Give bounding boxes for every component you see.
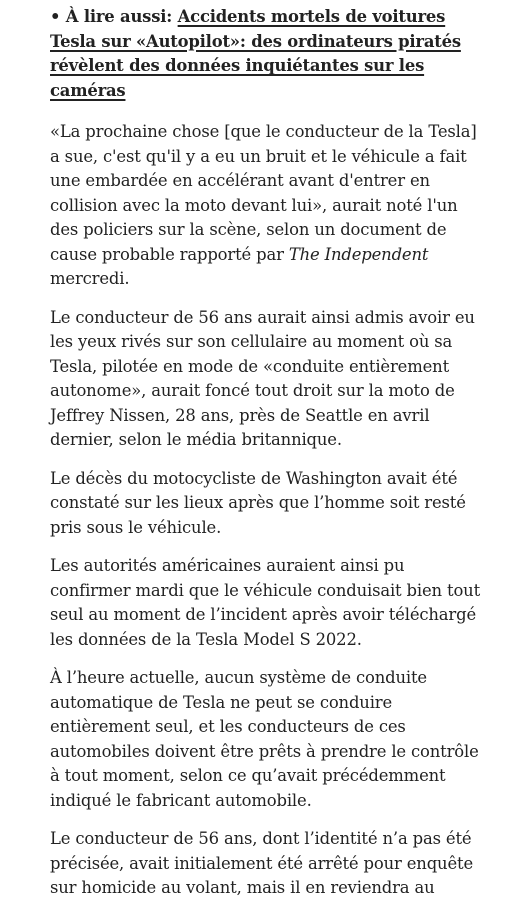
read-also-block: • À lire aussi: Accidents mortels de voi…	[50, 5, 480, 103]
read-also-label: À lire aussi:	[65, 7, 173, 26]
paragraph-2: Le conducteur de 56 ans aurait ainsi adm…	[50, 307, 475, 450]
paragraph-1: «La prochaine chose [que le conducteur d…	[50, 120, 480, 292]
paragraph-4: Les autorités américaines auraient ainsi…	[50, 556, 481, 649]
source-the-independent: The Independent	[288, 244, 429, 264]
article-body: • À lire aussi: Accidents mortels de voi…	[50, 5, 480, 915]
paragraph-6: Le conducteur de 56 ans, dont l’identité…	[50, 829, 473, 898]
paragraph-1-text: «La prochaine chose [que le conducteur d…	[50, 122, 477, 264]
paragraph-5: À l’heure actuelle, aucun système de con…	[50, 668, 479, 810]
paragraph-3: Le décès du motocycliste de Washington a…	[50, 468, 466, 537]
paragraph-1-text-end: mercredi.	[50, 269, 130, 289]
bullet: •	[50, 7, 61, 26]
